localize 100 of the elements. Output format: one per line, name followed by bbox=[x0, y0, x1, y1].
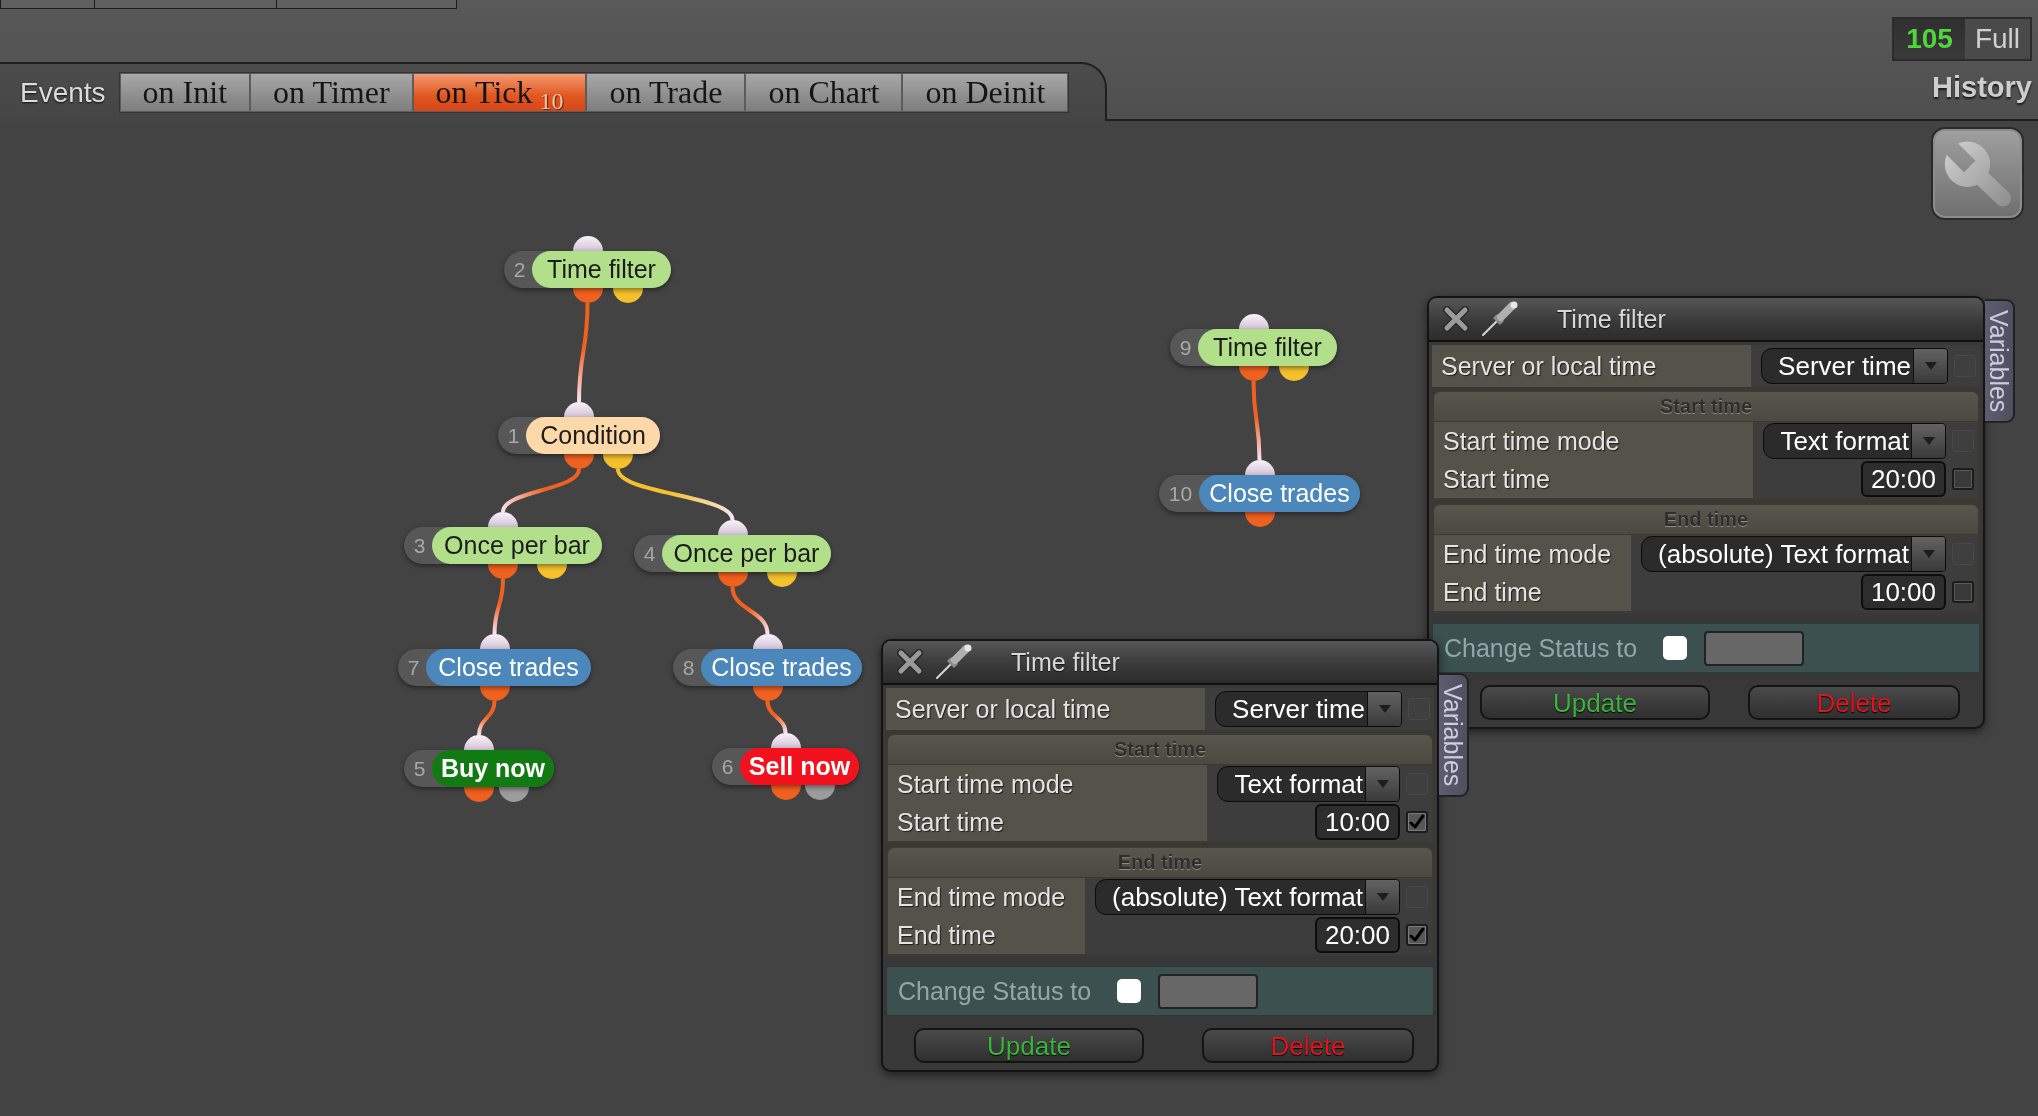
event-tab[interactable]: on Trade bbox=[586, 73, 746, 112]
variables-tab[interactable]: Variables bbox=[1439, 673, 1469, 798]
settings-button[interactable] bbox=[1931, 127, 2024, 220]
status-label: Change Status to bbox=[1444, 633, 1638, 663]
caret-icon[interactable] bbox=[1911, 424, 1945, 458]
history-mode[interactable]: Full bbox=[1964, 19, 2030, 59]
port-icon[interactable] bbox=[1278, 366, 1309, 381]
update-button[interactable]: Update bbox=[1480, 685, 1710, 720]
node-label[interactable]: Time filter bbox=[532, 251, 671, 288]
update-button[interactable]: Update bbox=[914, 1028, 1144, 1063]
event-tab[interactable]: on Tick 10 bbox=[412, 73, 587, 112]
node-label[interactable]: Sell now bbox=[740, 748, 859, 785]
port-icon[interactable] bbox=[612, 288, 643, 303]
port-icon[interactable] bbox=[564, 402, 594, 417]
input-field[interactable] bbox=[1704, 630, 1805, 666]
check-icon bbox=[1409, 927, 1425, 943]
checkbox[interactable] bbox=[1663, 636, 1688, 660]
check-icon bbox=[1409, 814, 1425, 830]
graph-node[interactable]: 10 Close trades bbox=[1159, 475, 1360, 512]
node-number: 3 bbox=[412, 533, 427, 559]
port-icon[interactable] bbox=[766, 572, 797, 587]
node-label[interactable]: Close trades bbox=[426, 649, 591, 686]
group-header: Start time bbox=[1434, 392, 1978, 422]
input-field[interactable] bbox=[1158, 973, 1259, 1009]
port-icon[interactable] bbox=[464, 735, 494, 750]
node-label[interactable]: Close trades bbox=[701, 649, 862, 686]
graph-node[interactable]: 2 Time filter bbox=[504, 251, 671, 288]
time-field[interactable]: 10:00 bbox=[1860, 574, 1946, 610]
time-field[interactable]: 10:00 bbox=[1314, 804, 1400, 840]
node-number: 8 bbox=[681, 655, 696, 681]
port-icon[interactable] bbox=[488, 512, 518, 527]
caret-icon[interactable] bbox=[1367, 692, 1401, 726]
connector-line bbox=[477, 700, 497, 736]
caret-icon[interactable] bbox=[1365, 767, 1399, 801]
node-number: 10 bbox=[1167, 481, 1194, 507]
port-icon[interactable] bbox=[499, 787, 530, 802]
node-label[interactable]: Time filter bbox=[1198, 329, 1337, 366]
dropdown[interactable]: Text format bbox=[1763, 423, 1946, 459]
node-label[interactable]: Once per bar bbox=[662, 535, 831, 572]
checkbox[interactable] bbox=[1952, 468, 1974, 490]
node-label[interactable]: Condition bbox=[526, 417, 660, 454]
close-icon[interactable] bbox=[1443, 306, 1469, 332]
node-number: 7 bbox=[406, 655, 421, 681]
port-icon[interactable] bbox=[537, 564, 568, 579]
dropdown[interactable]: (absolute) Text format bbox=[1095, 879, 1400, 915]
node-number: 1 bbox=[506, 423, 521, 449]
graph-node[interactable]: 5 Buy now bbox=[404, 750, 554, 787]
node-number: 5 bbox=[412, 756, 427, 782]
field-label: End time mode bbox=[888, 878, 1086, 916]
caret-icon[interactable] bbox=[1911, 537, 1945, 571]
group-header: End time bbox=[888, 848, 1432, 878]
port-icon[interactable] bbox=[752, 634, 783, 649]
graph-node[interactable]: 7 Close trades bbox=[398, 649, 591, 686]
checkbox[interactable] bbox=[1406, 811, 1428, 833]
port-icon[interactable] bbox=[1244, 460, 1275, 475]
field-label: Server or local time bbox=[886, 688, 1206, 730]
graph-node[interactable]: 9 Time filter bbox=[1170, 329, 1337, 366]
graph-node[interactable]: 3 Once per bar bbox=[404, 527, 602, 564]
field-label: End time mode bbox=[1434, 535, 1632, 573]
close-icon[interactable] bbox=[897, 649, 923, 675]
dropdown[interactable]: Text format bbox=[1217, 766, 1400, 802]
caret-icon[interactable] bbox=[1365, 880, 1399, 914]
port-icon[interactable] bbox=[1238, 314, 1269, 329]
port-icon[interactable] bbox=[602, 454, 633, 469]
node-label[interactable]: Buy now bbox=[432, 750, 554, 787]
port-icon[interactable] bbox=[479, 634, 510, 649]
field-label: Start time mode bbox=[888, 765, 1208, 803]
graph-node[interactable]: 4 Once per bar bbox=[634, 535, 831, 572]
port-icon[interactable] bbox=[717, 520, 748, 535]
connector-line bbox=[492, 578, 505, 635]
panel-title: Time filter bbox=[1011, 647, 1120, 677]
dropdown[interactable]: (absolute) Text format bbox=[1641, 536, 1946, 572]
node-number: 2 bbox=[512, 257, 527, 283]
node-number: 6 bbox=[720, 754, 735, 780]
checkbox[interactable] bbox=[1952, 581, 1974, 603]
port-icon[interactable] bbox=[572, 236, 603, 251]
event-tab[interactable]: on Chart bbox=[745, 73, 903, 112]
time-field[interactable]: 20:00 bbox=[1314, 917, 1400, 953]
checkbox[interactable] bbox=[1117, 979, 1142, 1003]
graph-node[interactable]: 8 Close trades bbox=[673, 649, 862, 686]
graph-node[interactable]: 6 Sell now bbox=[712, 748, 859, 785]
event-tab[interactable]: on Timer bbox=[250, 73, 413, 112]
graph-node[interactable]: 1 Condition bbox=[498, 417, 660, 454]
caret-icon[interactable] bbox=[1913, 349, 1947, 383]
time-field[interactable]: 20:00 bbox=[1860, 461, 1946, 497]
node-number: 9 bbox=[1178, 335, 1193, 361]
dropdown[interactable]: Server time bbox=[1761, 348, 1948, 384]
field-label: End time bbox=[1434, 573, 1632, 611]
event-tab[interactable]: on Deinit bbox=[902, 73, 1069, 112]
event-tab[interactable]: on Init bbox=[119, 73, 251, 112]
events-label: Events bbox=[20, 76, 106, 109]
dropdown[interactable]: Server time bbox=[1215, 691, 1402, 727]
tick-count: 10 bbox=[539, 88, 564, 113]
connector-line bbox=[765, 700, 788, 734]
node-label[interactable]: Once per bar bbox=[432, 527, 602, 564]
port-icon[interactable] bbox=[805, 785, 835, 800]
checkbox[interactable] bbox=[1406, 924, 1428, 946]
port-icon[interactable] bbox=[770, 733, 801, 748]
variables-tab[interactable]: Variables bbox=[1985, 299, 2015, 424]
node-label[interactable]: Close trades bbox=[1199, 475, 1360, 512]
